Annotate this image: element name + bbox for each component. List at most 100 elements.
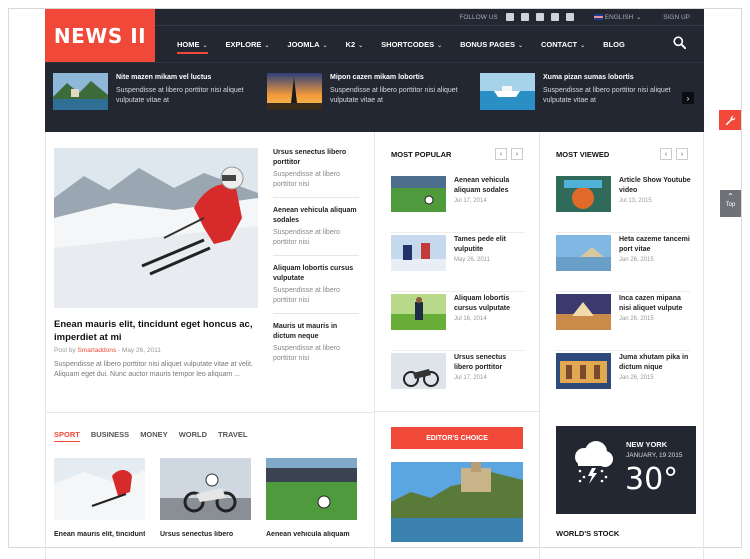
list-item[interactable]: Heta cazeme tancemi port vitae Jan 26, 2… — [556, 233, 690, 292]
most-popular-column: MOST POPULAR ‹ › Aenean vehicula aliquam… — [375, 132, 540, 559]
list-item[interactable]: Ursus senectus libero porttitor Jul 17, … — [391, 351, 525, 410]
list-item[interactable]: Juma xhutam pika in dictum nique Jan 26,… — [556, 351, 690, 410]
list-item[interactable]: Inca cazen mipana nisi aliquet vulpute J… — [556, 292, 690, 351]
world-stock-title: WORLD'S STOCK — [556, 529, 620, 538]
slide-item[interactable]: Mipon cazen mikam lobortis Suspendisse a… — [267, 73, 472, 117]
nav-contact[interactable]: CONTACT ⌄ — [541, 40, 585, 49]
tab-travel[interactable]: TRAVEL — [218, 430, 247, 442]
slide-item[interactable]: Nite mazen mikam vel luctus Suspendisse … — [53, 73, 258, 117]
article-thumbnail — [391, 353, 446, 389]
article-thumbnail — [556, 235, 611, 271]
wrench-icon — [725, 115, 735, 125]
facebook-icon[interactable] — [505, 13, 514, 21]
most-popular-list: Aenean vehicula aliquam sodales Jul 17, … — [391, 174, 525, 410]
featured-column: Enean mauris elit, tincidunt eget honcus… — [46, 132, 375, 559]
article-thumbnail — [556, 294, 611, 330]
tab-business[interactable]: BUSINESS — [91, 430, 129, 442]
slide-title: Nite mazen mikam vel luctus — [116, 74, 212, 81]
chevron-right-icon[interactable]: › — [511, 148, 523, 160]
list-item[interactable]: Aliquam lobortis cursus vulputate Jul 16… — [391, 292, 525, 351]
most-viewed-header: MOST VIEWED ‹ › — [556, 148, 688, 160]
tab-world[interactable]: WORLD — [179, 430, 207, 442]
chevron-up-icon: ⌃ — [727, 192, 734, 201]
category-card[interactable]: Ursus senectus libero — [160, 458, 251, 538]
skype-icon[interactable] — [535, 13, 544, 21]
main-nav: HOME ⌄ EXPLORE ⌄ JOOMLA ⌄ K2 ⌄ SHORTCODES ⌄ B… — [155, 27, 704, 62]
main-content: Enean mauris elit, tincidunt eget honcus… — [45, 132, 704, 559]
language-label: ENGLISH — [604, 13, 634, 21]
featured-image[interactable] — [54, 148, 258, 308]
chevron-down-icon: ⌄ — [264, 43, 270, 49]
tab-sport[interactable]: SPORT — [54, 430, 80, 442]
language-select[interactable]: ENGLISH ⌄ — [593, 13, 641, 21]
site-header: NEWS II FOLLOW US ENGLISH ⌄ SIGN UP HOME ⌄… — [45, 9, 704, 62]
slide-thumbnail — [480, 73, 535, 110]
list-item[interactable]: Aenean vehicula aliquam sodales Jul 17, … — [391, 174, 525, 233]
article-thumbnail — [556, 176, 611, 212]
settings-tool-button[interactable] — [719, 110, 741, 130]
slide-desc: Suspendisse at libero porttitor nisi ali… — [330, 87, 458, 104]
list-item[interactable]: Aenean vehicula aliquam sodales Suspendi… — [273, 204, 359, 256]
featured-desc: Suspendisse at libero porttitor nisi ali… — [54, 361, 253, 378]
article-thumbnail — [391, 235, 446, 271]
list-item[interactable]: Mauris ut mauris in dictum neque Suspend… — [273, 320, 359, 372]
nav-blog[interactable]: BLOG — [603, 40, 625, 49]
search-icon[interactable] — [673, 36, 686, 49]
nav-k2[interactable]: K2 ⌄ — [346, 40, 364, 49]
top-label: Top — [725, 202, 736, 208]
nav-home[interactable]: HOME ⌄ — [177, 40, 208, 54]
site-logo[interactable]: NEWS II — [45, 9, 155, 62]
social-links — [505, 13, 574, 21]
list-item[interactable]: Tames pede elit vulputite May 26, 2011 — [391, 233, 525, 292]
uk-flag-icon — [593, 13, 603, 20]
instagram-icon[interactable] — [550, 13, 559, 21]
section-divider — [375, 411, 540, 412]
tab-money[interactable]: MONEY — [140, 430, 168, 442]
top-bar: FOLLOW US ENGLISH ⌄ SIGN UP — [155, 9, 704, 26]
list-item[interactable]: Article Show Youtube video Jul 13, 2015 — [556, 174, 691, 233]
back-to-top-button[interactable]: ⌃ Top — [720, 190, 741, 217]
news-ticker-slider: ‹ Nite mazen mikam vel luctus Suspendiss… — [45, 62, 704, 132]
chevron-right-icon[interactable]: › — [676, 148, 688, 160]
nav-shortcodes[interactable]: SHORTCODES ⌄ — [381, 40, 442, 49]
editors-choice-image[interactable] — [391, 462, 523, 542]
slide-desc: Suspendisse at libero porttitor nisi ali… — [116, 87, 244, 104]
most-popular-header: MOST POPULAR ‹ › — [391, 148, 523, 160]
rss-icon[interactable] — [565, 13, 574, 21]
chevron-left-icon[interactable]: ‹ — [495, 148, 507, 160]
most-viewed-list: Article Show Youtube video Jul 13, 2015 … — [556, 174, 691, 410]
slide-title: Mipon cazen mikam lobortis — [330, 74, 424, 81]
slide-thumbnail — [267, 73, 322, 110]
site-wrapper: NEWS II FOLLOW US ENGLISH ⌄ SIGN UP HOME ⌄… — [45, 9, 704, 559]
list-item[interactable]: Aliquam lobortis cursus vulputate Suspen… — [273, 262, 359, 314]
nav-bonus-pages[interactable]: BONUS PAGES ⌄ — [460, 40, 523, 49]
featured-title[interactable]: Enean mauris elit, tincidunt eget honcus… — [54, 318, 259, 344]
chevron-left-icon[interactable]: ‹ — [660, 148, 672, 160]
chevron-down-icon: ⌄ — [580, 43, 586, 49]
section-divider — [46, 412, 375, 413]
chevron-down-icon: ⌄ — [358, 43, 364, 49]
chevron-down-icon: ⌄ — [517, 43, 524, 49]
category-card-image — [266, 458, 357, 520]
slider-next-button[interactable]: › — [682, 92, 694, 104]
category-card[interactable]: Enean mauris elit, tincidunt — [54, 458, 145, 538]
author-link[interactable]: Smartaddons — [77, 347, 116, 354]
list-item[interactable]: Ursus senectus libero porttitor Suspendi… — [273, 146, 359, 198]
most-viewed-pager: ‹ › — [660, 148, 688, 160]
category-card-image — [54, 458, 145, 520]
editors-choice-heading[interactable]: EDITOR'S CHOICE — [391, 427, 523, 449]
weather-widget: NEW YORK JANUARY, 19 2015 30° — [556, 426, 696, 514]
chevron-down-icon: ⌄ — [322, 43, 328, 49]
side-article-list: Ursus senectus libero porttitor Suspendi… — [273, 146, 359, 378]
category-card[interactable]: Aenean vehicula aliquam — [266, 458, 357, 538]
category-card-image — [160, 458, 251, 520]
weather-date: JANUARY, 19 2015 — [626, 452, 683, 459]
signup-link[interactable]: SIGN UP — [663, 14, 690, 21]
nav-explore[interactable]: EXPLORE ⌄ — [226, 40, 270, 49]
most-popular-title: MOST POPULAR — [391, 150, 452, 159]
nav-joomla[interactable]: JOOMLA ⌄ — [287, 40, 327, 49]
slide-thumbnail — [53, 73, 108, 110]
weather-temperature: 30° — [625, 462, 679, 497]
twitter-icon[interactable] — [520, 13, 529, 21]
slide-item[interactable]: Xuma pizan sumas lobortis Suspendisse at… — [480, 73, 685, 117]
